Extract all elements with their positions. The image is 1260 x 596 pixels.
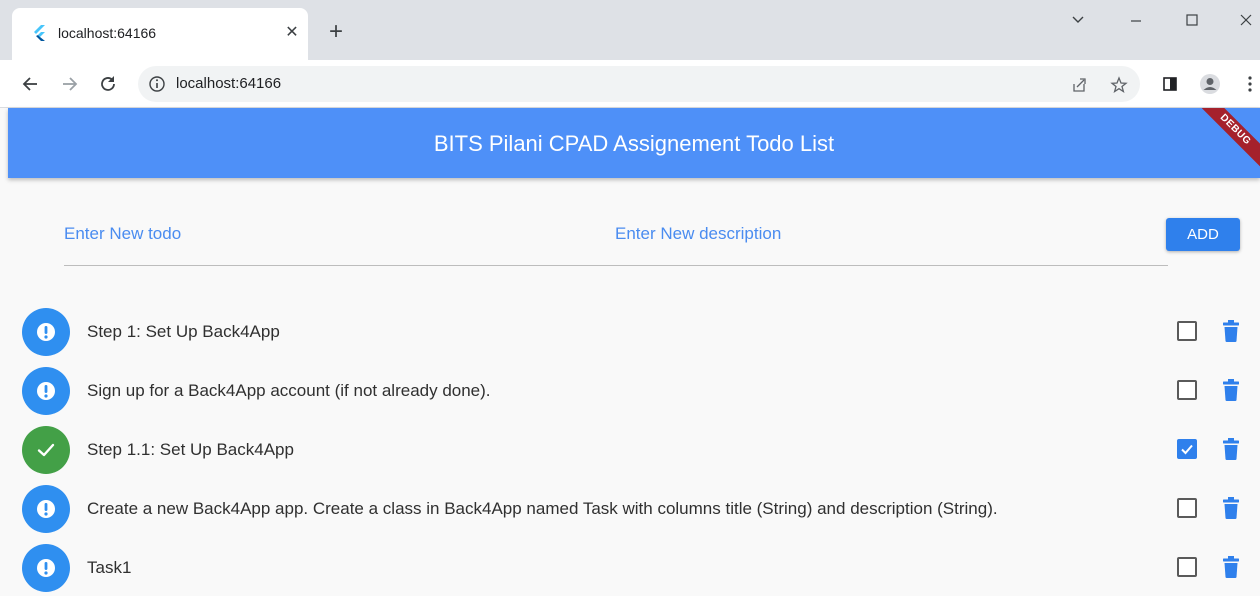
site-info-icon[interactable] [148, 75, 166, 93]
maximize-icon[interactable] [1178, 8, 1206, 32]
todo-checkbox[interactable] [1177, 557, 1197, 577]
minimize-icon[interactable] [1122, 8, 1150, 32]
done-status-icon [22, 426, 70, 474]
app-bar: BITS Pilani CPAD Assignement Todo List D… [8, 108, 1260, 178]
delete-icon[interactable] [1222, 320, 1240, 342]
delete-icon[interactable] [1222, 556, 1240, 578]
add-button[interactable]: ADD [1166, 218, 1240, 251]
tab-search-icon[interactable] [1064, 8, 1092, 32]
profile-avatar-icon[interactable] [1198, 72, 1222, 96]
todo-title: Task1 [87, 558, 132, 577]
app-title: BITS Pilani CPAD Assignement Todo List [433, 131, 835, 156]
pending-status-icon [22, 544, 70, 592]
close-tab-icon[interactable]: ✕ [282, 22, 302, 42]
delete-icon[interactable] [1222, 497, 1240, 519]
browser-tab-strip: localhost:64166 ✕ + [0, 0, 1260, 60]
todo-checkbox[interactable] [1177, 498, 1197, 518]
todo-title: Sign up for a Back4App account (if not a… [87, 381, 491, 400]
browser-toolbar: localhost:64166 [0, 60, 1260, 108]
todo-checkbox[interactable] [1177, 380, 1197, 400]
pending-status-icon [22, 308, 70, 356]
new-tab-icon[interactable]: + [324, 20, 348, 44]
todo-description-input[interactable] [615, 220, 1155, 248]
browser-tab[interactable]: localhost:64166 ✕ [12, 8, 308, 60]
todo-title-input[interactable] [64, 220, 584, 248]
new-todo-form [64, 212, 1168, 266]
todo-checkbox[interactable] [1177, 439, 1197, 459]
todo-item[interactable]: Step 1.1: Set Up Back4App [0, 420, 1260, 478]
reload-icon[interactable] [96, 72, 120, 96]
delete-icon[interactable] [1222, 379, 1240, 401]
tab-title: localhost:64166 [58, 25, 157, 41]
delete-icon[interactable] [1222, 438, 1240, 460]
todo-title: Step 1.1: Set Up Back4App [87, 440, 294, 459]
close-window-icon[interactable] [1232, 8, 1260, 32]
back-icon[interactable] [18, 72, 42, 96]
url-text: localhost:64166 [176, 75, 282, 92]
pending-status-icon [22, 367, 70, 415]
forward-icon[interactable] [58, 72, 82, 96]
todo-title: Step 1: Set Up Back4App [87, 322, 280, 341]
pending-status-icon [22, 485, 70, 533]
todo-item[interactable]: Sign up for a Back4App account (if not a… [0, 361, 1260, 419]
todo-item[interactable]: Step 1: Set Up Back4App [0, 302, 1260, 360]
address-bar[interactable]: localhost:64166 [138, 66, 1140, 102]
todo-checkbox[interactable] [1177, 321, 1197, 341]
todo-item[interactable]: Create a new Back4App app. Create a clas… [0, 479, 1260, 537]
flutter-icon [34, 25, 45, 41]
side-panel-icon[interactable] [1158, 72, 1182, 96]
menu-kebab-icon[interactable] [1238, 72, 1260, 96]
todo-item[interactable]: Task1 [0, 538, 1260, 596]
todo-title: Create a new Back4App app. Create a clas… [87, 499, 998, 518]
bookmark-star-icon[interactable] [1108, 74, 1130, 96]
share-icon[interactable] [1068, 74, 1090, 96]
